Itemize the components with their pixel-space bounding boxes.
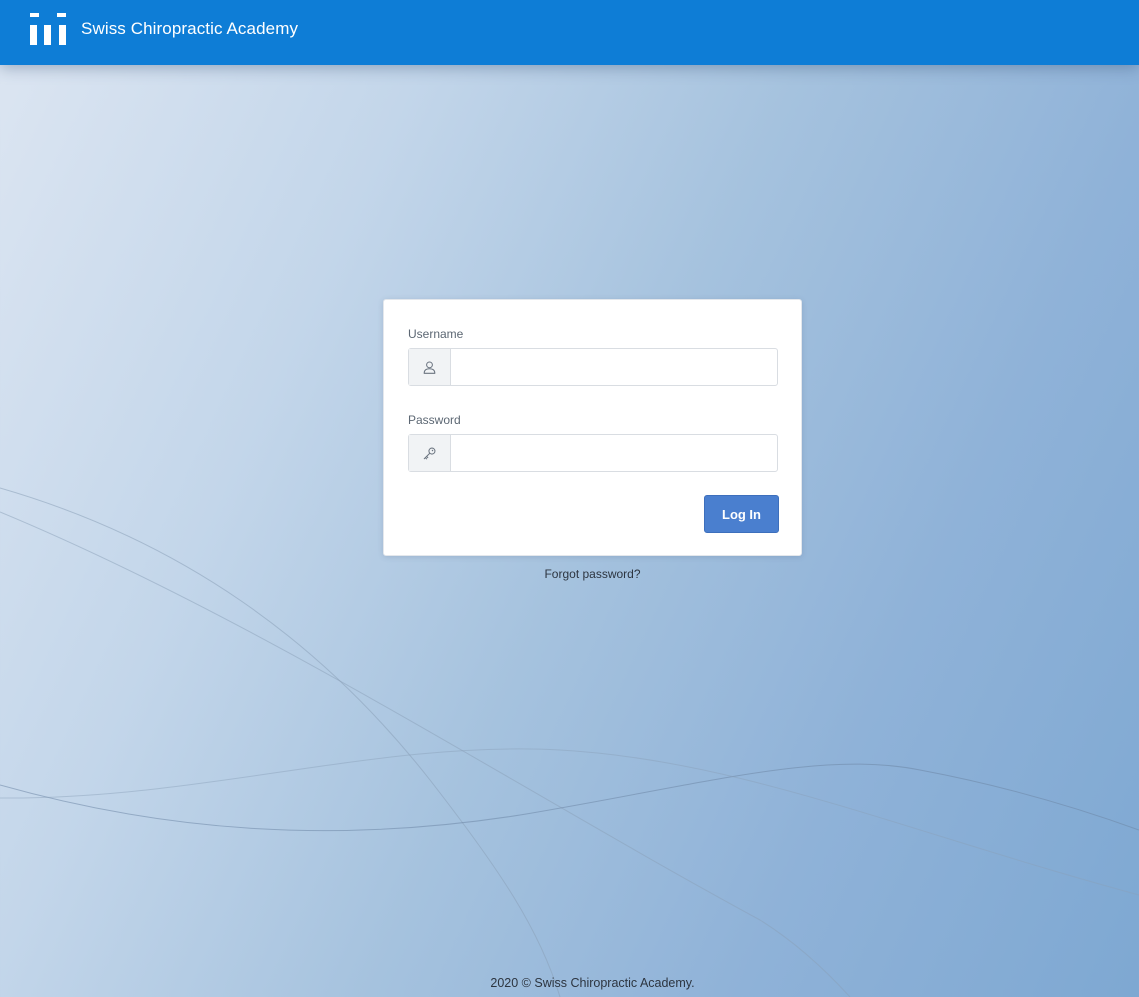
top-header: Swiss Chiropractic Academy (0, 0, 1139, 65)
brand-name[interactable]: Swiss Chiropractic Academy (81, 19, 298, 39)
password-input[interactable] (451, 435, 777, 471)
key-icon (409, 435, 451, 471)
username-input-group (408, 348, 778, 386)
password-input-group (408, 434, 778, 472)
user-icon (409, 349, 451, 385)
forgot-password-row: Forgot password? (0, 567, 1139, 582)
password-label: Password (408, 413, 461, 427)
forgot-password-link[interactable]: Forgot password? (544, 567, 640, 581)
login-card: Username Password Log In (383, 299, 802, 556)
columns-logo-icon[interactable] (30, 13, 66, 45)
username-label: Username (408, 327, 464, 341)
username-input[interactable] (451, 349, 777, 385)
footer-copyright: 2020 © Swiss Chiropractic Academy. (490, 976, 695, 990)
login-button[interactable]: Log In (704, 495, 779, 533)
